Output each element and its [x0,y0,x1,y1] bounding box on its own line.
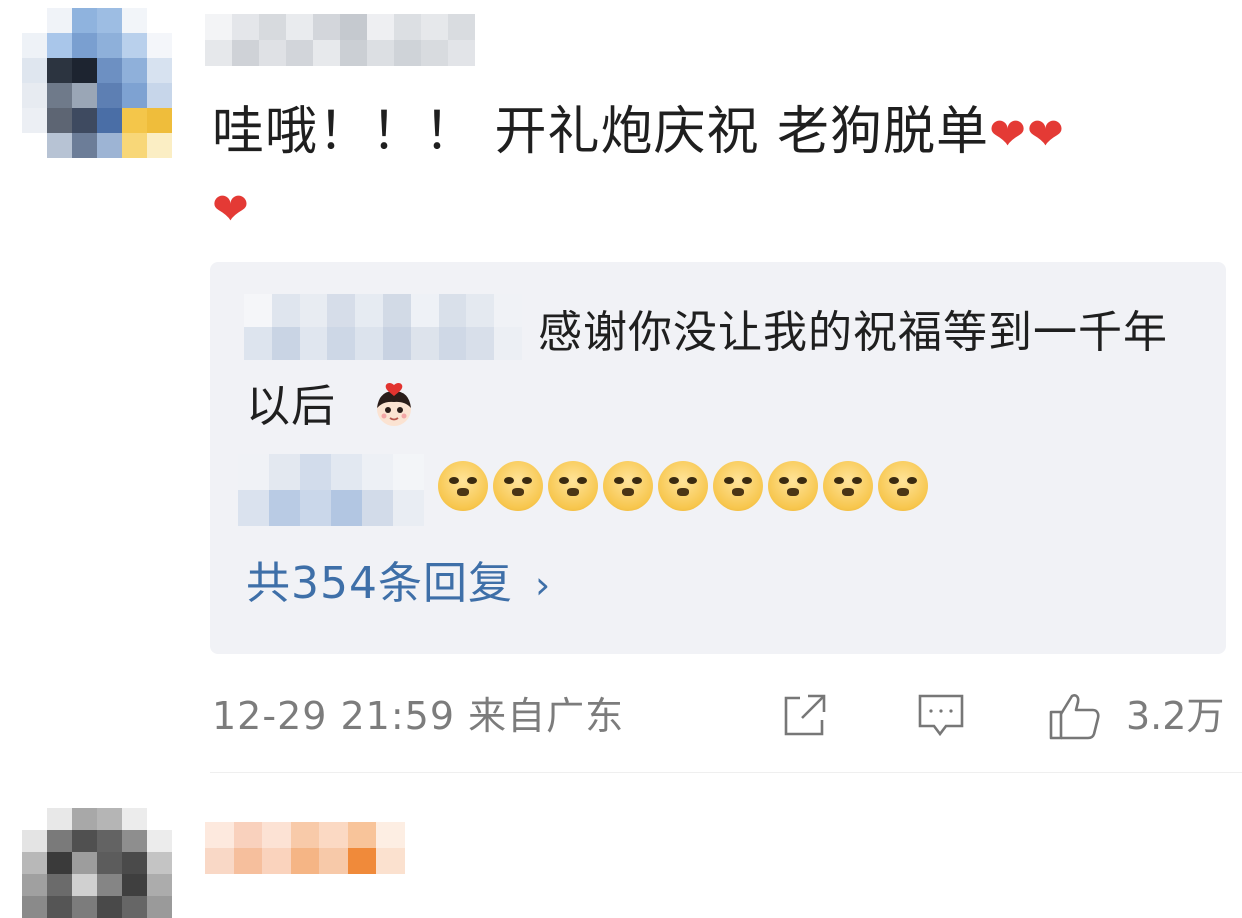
doge-emoji-icon [493,461,543,511]
comment-icon[interactable] [916,690,966,740]
reply-username[interactable] [238,454,424,526]
comment-meta: 12-29 21:59 来自广东 [212,690,624,742]
location: 来自广东 [468,694,625,738]
comment-text: …… [212,888,1222,913]
username[interactable] [205,14,475,66]
timestamp: 12-29 21:59 [212,694,456,738]
doge-emoji-icon [438,461,488,511]
doge-emoji-icon [658,461,708,511]
doge-emoji-row [438,461,928,511]
boy-face-emoji-icon [369,380,419,430]
doge-emoji-icon [603,461,653,511]
reply-count-label: 共354条回复 [246,558,513,609]
doge-emoji-icon [878,461,928,511]
share-icon[interactable] [780,690,830,740]
username[interactable] [205,822,405,874]
like-icon[interactable] [1048,690,1100,740]
avatar[interactable] [22,8,172,158]
view-replies-link[interactable]: 共354条回复 › [246,552,551,617]
comment-text: 哇哦！！！ 开礼炮庆祝 老狗脱单❤❤ ❤ [212,96,1222,246]
avatar[interactable] [22,808,172,918]
heart-icon: ❤ [989,109,1027,160]
reply-text: 感谢你没让我的祝福等到一千年以后 [246,296,1206,444]
doge-emoji-icon [823,461,873,511]
heart-icon: ❤ [1026,109,1065,160]
chevron-right-icon: › [534,563,552,607]
like-count: 3.2万 [1126,694,1225,738]
doge-emoji-icon [768,461,818,511]
doge-emoji-icon [713,461,763,511]
comment-body: 哇哦！！！ 开礼炮庆祝 老狗脱单 [212,102,990,162]
divider [210,772,1242,773]
doge-emoji-icon [548,461,598,511]
heart-icon: ❤ [212,184,250,235]
comment-body: …… [212,888,1222,913]
